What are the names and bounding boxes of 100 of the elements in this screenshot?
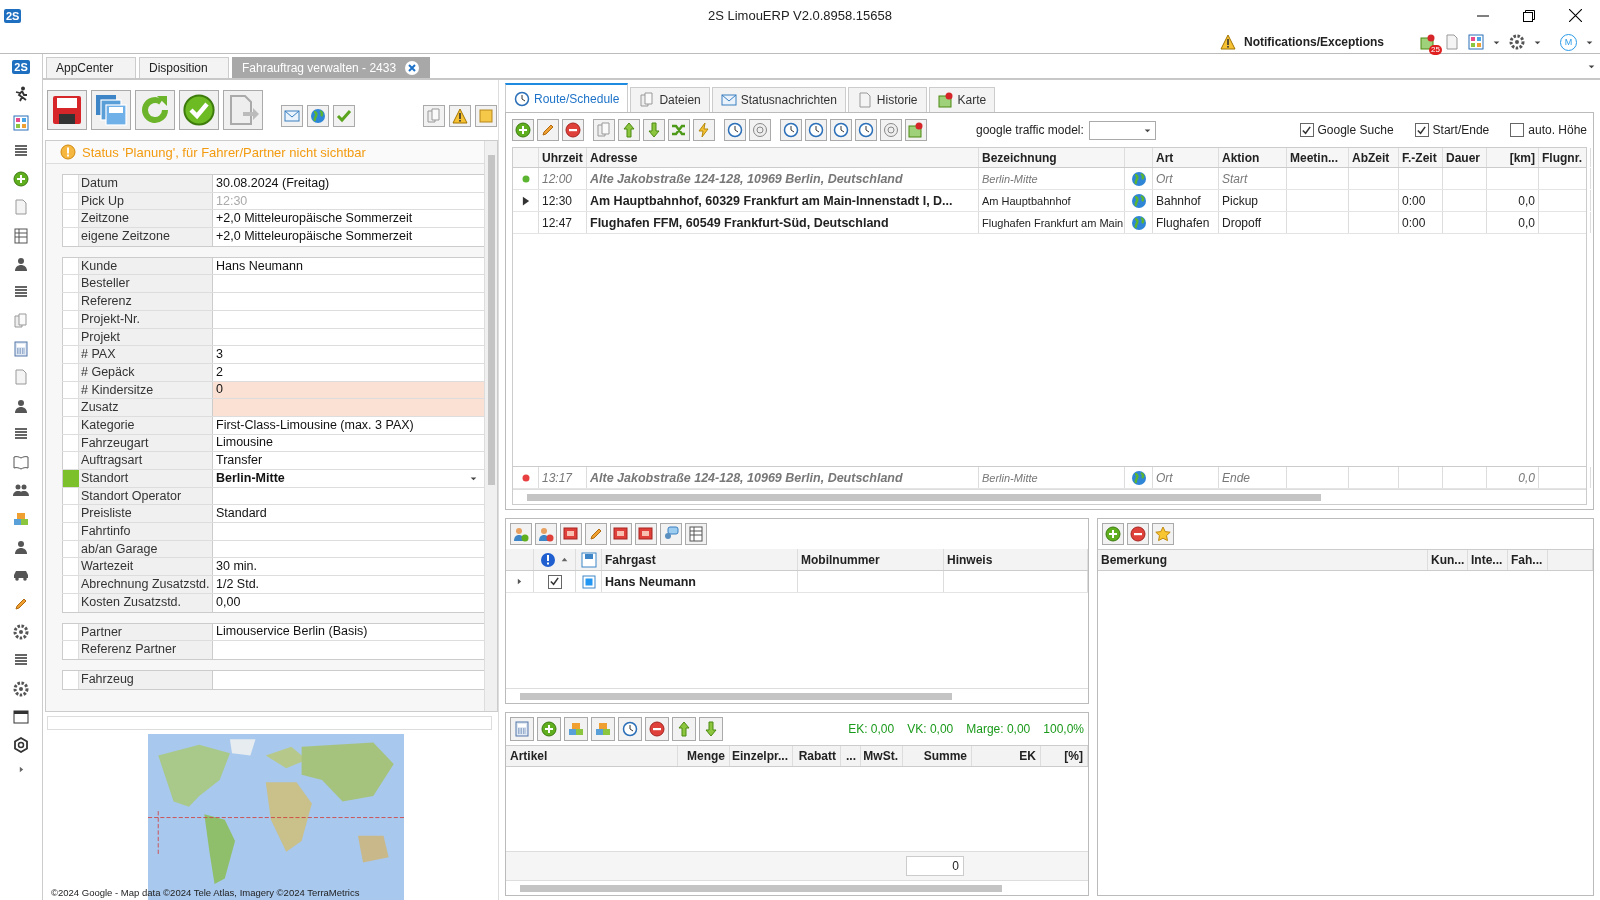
book-icon[interactable] xyxy=(13,454,29,471)
scrollbar[interactable] xyxy=(484,141,497,711)
close-icon[interactable] xyxy=(1569,9,1582,22)
globe-icon[interactable] xyxy=(1130,192,1147,209)
column-header[interactable]: Adresse xyxy=(587,148,979,167)
tab[interactable]: Route/Schedule xyxy=(505,83,629,112)
spreadsheet-icon[interactable] xyxy=(13,227,29,244)
tab[interactable]: AppCenter xyxy=(46,57,136,78)
checkbox[interactable] xyxy=(1299,123,1314,137)
input-field[interactable]: 30.08.2024 (Freitag) xyxy=(213,175,484,192)
checkbox-label[interactable]: auto. Höhe xyxy=(1528,123,1587,137)
input-field[interactable]: 3 xyxy=(213,346,484,363)
input-field[interactable]: 1/2 Std. xyxy=(213,576,484,593)
column-header[interactable]: ... xyxy=(841,746,861,766)
column-header[interactable]: Fah... xyxy=(1508,550,1548,570)
checkbox-label[interactable]: Start/Ende xyxy=(1432,123,1490,137)
column-header[interactable]: MwSt. xyxy=(861,746,903,766)
add-icon[interactable] xyxy=(13,171,29,188)
toolbar-button[interactable] xyxy=(1127,523,1149,545)
column-header[interactable]: Flugnr. xyxy=(1539,148,1591,167)
checkbox[interactable] xyxy=(1414,123,1429,137)
input-field[interactable]: Limousine xyxy=(213,434,484,452)
input-field[interactable]: Transfer xyxy=(213,452,484,469)
column-header[interactable]: [%] xyxy=(1041,746,1088,766)
grid-icon[interactable] xyxy=(13,114,29,131)
scrollbar[interactable] xyxy=(513,489,1586,504)
dropdown-field[interactable]: Berlin-Mitte xyxy=(213,470,484,487)
toolbar-button[interactable] xyxy=(47,90,87,130)
running-figure-icon[interactable] xyxy=(13,86,29,103)
list-icon[interactable] xyxy=(13,142,29,159)
boxes-icon[interactable] xyxy=(13,510,29,527)
gear-icon[interactable] xyxy=(13,623,29,640)
column-header[interactable]: Aktion xyxy=(1219,148,1287,167)
column-header[interactable]: Bezeichnung xyxy=(979,148,1125,167)
column-header[interactable]: Artikel xyxy=(506,746,678,766)
input-field[interactable]: Standard xyxy=(213,505,484,523)
window-icon[interactable] xyxy=(13,708,29,725)
scrollbar[interactable] xyxy=(506,688,1088,703)
input-field[interactable]: 0,00 xyxy=(213,593,484,612)
input-field[interactable]: +2,0 Mitteleuropäische Sommerzeit xyxy=(213,210,484,228)
column-header[interactable]: Meetin... xyxy=(1287,148,1349,167)
tab[interactable]: Historie xyxy=(847,87,927,112)
input-field[interactable]: +2,0 Mitteleuropäische Sommerzeit xyxy=(213,228,484,246)
column-header[interactable]: Inte... xyxy=(1468,550,1508,570)
documents-icon[interactable] xyxy=(13,312,29,329)
column-header[interactable]: Kun... xyxy=(1428,550,1468,570)
hexagon-icon[interactable] xyxy=(13,737,29,754)
gear-icon[interactable] xyxy=(1509,34,1525,50)
notifications-link[interactable]: Notifications/Exceptions xyxy=(1243,35,1384,49)
column-header[interactable]: Einzelpr... xyxy=(730,746,793,766)
input-field[interactable]: Limouservice Berlin (Basis) xyxy=(213,623,484,641)
app-logo[interactable]: 2S xyxy=(12,60,30,74)
column-header[interactable]: AbZeit xyxy=(1349,148,1399,167)
info-icon[interactable] xyxy=(540,551,556,568)
grid-icon[interactable] xyxy=(1468,34,1484,50)
calculator-icon[interactable] xyxy=(13,340,29,357)
column-header[interactable]: Mobilnummer xyxy=(798,549,944,570)
column-header[interactable]: Hinweis xyxy=(944,549,1088,570)
warning-icon[interactable] xyxy=(1219,34,1236,50)
column-header[interactable]: EK xyxy=(972,746,1041,766)
column-header[interactable]: [km] xyxy=(1487,148,1539,167)
input-field[interactable]: 2 xyxy=(213,363,484,381)
scrollbar[interactable] xyxy=(506,880,1088,895)
toolbar-button[interactable] xyxy=(562,119,584,141)
column-header[interactable]: F.-Zeit xyxy=(1399,148,1443,167)
checkbox-label[interactable]: Google Suche xyxy=(1317,123,1394,137)
column-header[interactable]: Dauer xyxy=(1443,148,1487,167)
input-field[interactable]: 30 min. xyxy=(213,558,484,576)
column-header[interactable]: Bemerkung xyxy=(1098,550,1428,570)
toolbar-button[interactable] xyxy=(449,105,471,127)
column-header[interactable]: Summe xyxy=(903,746,972,766)
sort-icon[interactable] xyxy=(560,555,569,564)
globe-icon[interactable] xyxy=(1130,469,1147,486)
traffic-model-dropdown[interactable] xyxy=(1088,120,1156,140)
document-icon[interactable] xyxy=(1444,34,1460,50)
tab[interactable]: Statusnachrichten xyxy=(711,87,846,112)
input-field[interactable]: Hans Neumann xyxy=(213,257,484,275)
globe-icon[interactable] xyxy=(1130,214,1147,231)
column-header[interactable]: Uhrzeit xyxy=(539,148,587,167)
column-header[interactable]: Rabatt xyxy=(793,746,841,766)
person-icon[interactable] xyxy=(13,256,29,273)
list-icon[interactable] xyxy=(13,425,29,442)
combo-field[interactable] xyxy=(47,716,492,730)
restore-icon[interactable] xyxy=(1523,9,1535,22)
column-header[interactable]: Menge xyxy=(678,746,730,766)
people-icon[interactable] xyxy=(13,482,29,499)
person-icon[interactable] xyxy=(13,397,29,414)
tab[interactable]: Dateien xyxy=(630,87,710,112)
column-header[interactable]: Fahrgast xyxy=(602,549,798,570)
checkbox[interactable] xyxy=(547,574,562,589)
checkbox[interactable] xyxy=(1510,123,1525,137)
gear-icon[interactable] xyxy=(13,680,29,697)
toolbar-button[interactable] xyxy=(645,717,669,741)
input-field[interactable] xyxy=(213,399,484,416)
tab[interactable]: Karte xyxy=(928,87,996,112)
person-icon[interactable] xyxy=(13,539,29,556)
tab[interactable]: Disposition xyxy=(139,57,229,78)
input-field[interactable]: First-Class-Limousine (max. 3 PAX) xyxy=(213,416,484,434)
globe-icon[interactable] xyxy=(1130,170,1147,187)
column-header[interactable]: Art xyxy=(1153,148,1219,167)
